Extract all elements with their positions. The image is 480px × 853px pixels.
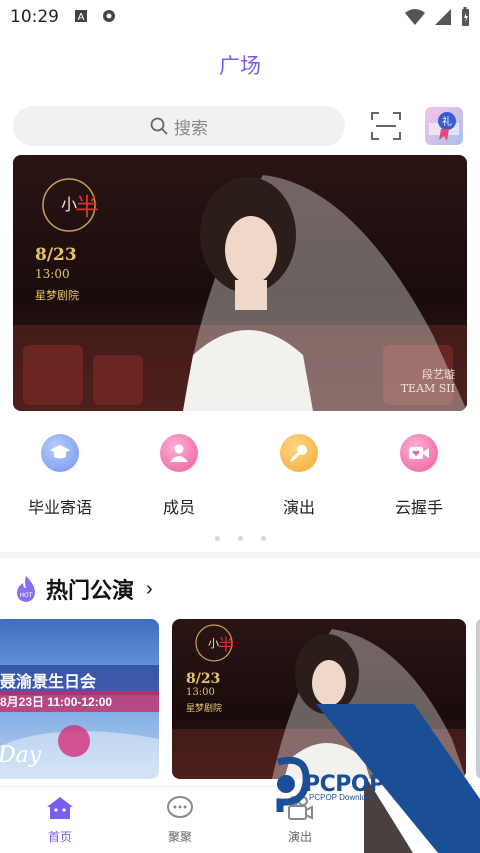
page-dot (260, 536, 266, 541)
member-icon (160, 434, 198, 472)
hot-badge-text: HOT (20, 592, 33, 599)
hot-section-header[interactable]: HOT 热门公演 › (14, 573, 153, 605)
menu-label-members: 成员 (162, 498, 195, 517)
show-card-info: 8/23 13:00 星梦剧院 (186, 671, 222, 714)
svg-text:半: 半 (75, 193, 99, 221)
show-card[interactable]: 聂渝景生日会 8月23日 11:00-12:00 Day (0, 619, 159, 779)
nav-item-gather[interactable]: 聚聚 (120, 795, 240, 845)
nav-label-home: 首页 (47, 830, 72, 844)
microphone-icon (280, 434, 318, 472)
menu-label-handshake: 云握手 (394, 498, 443, 517)
banner-time: 13:00 (35, 267, 70, 281)
svg-text:半: 半 (218, 635, 234, 654)
svg-text:A: A (78, 12, 85, 23)
banner-carousel[interactable]: 小 半 8/23 13:00 星梦剧院 段艺璇 TEAM SII (13, 155, 467, 411)
status-time: 10:29 (10, 7, 59, 27)
section-divider (0, 552, 480, 558)
hot-section-title: 热门公演 (46, 579, 135, 604)
quick-menu: 毕业寄语 成员 演出 云握手 (0, 428, 480, 528)
menu-page-indicator (0, 536, 480, 541)
graduation-cap-icon (41, 434, 79, 472)
show-card-time: 13:00 (186, 687, 215, 698)
menu-item-shows[interactable]: 演出 (239, 428, 359, 518)
video-heart-icon (400, 434, 438, 472)
status-bar: 10:29 A (0, 0, 480, 34)
watermark-subtext: PCPOP Download (309, 793, 375, 802)
banner-date: 8/23 (35, 245, 77, 265)
menu-item-handshake[interactable]: 云握手 (359, 428, 479, 518)
banner-venue: 星梦剧院 (35, 289, 79, 302)
show-card-venue: 星梦剧院 (186, 704, 223, 714)
home-icon (47, 797, 73, 819)
battery-icon (462, 7, 469, 26)
search-icon (150, 117, 168, 135)
menu-label-shows: 演出 (282, 498, 315, 517)
page-title: 广场 (219, 54, 261, 78)
nav-item-home[interactable]: 首页 (0, 795, 120, 845)
search-input[interactable]: 搜索 (13, 106, 345, 146)
gift-badge-icon: 礼 (429, 112, 459, 141)
gift-icon[interactable]: 礼 (425, 107, 463, 145)
menu-item-graduation[interactable]: 毕业寄语 (0, 428, 120, 518)
banner-info: 8/23 13:00 星梦剧院 (35, 245, 79, 303)
menu-item-members[interactable]: 成员 (119, 428, 239, 518)
nav-label-gather: 聚聚 (167, 830, 192, 844)
page-dot (237, 536, 243, 541)
wifi-icon (405, 9, 425, 25)
banner-brand-name: 段艺璇 (422, 368, 455, 381)
chevron-right-icon[interactable]: › (146, 578, 153, 601)
hot-flame-icon: HOT (17, 576, 35, 602)
search-placeholder: 搜索 (174, 118, 208, 139)
banner-brand-team: TEAM SII (400, 382, 455, 395)
menu-label-graduation: 毕业寄语 (27, 498, 92, 517)
chat-bubble-icon (167, 796, 193, 818)
notification-circle-icon (103, 10, 115, 22)
page-dot (214, 536, 220, 541)
notification-a-icon: A (75, 10, 87, 23)
show-card-date: 8/23 (186, 671, 221, 687)
signal-icon (435, 9, 451, 25)
show-card-script: Day (0, 743, 42, 768)
svg-text:礼: 礼 (442, 115, 452, 128)
scan-icon[interactable] (370, 110, 402, 142)
show-logo: 小 半 (42, 178, 99, 232)
show-card-time: 8月23日 11:00-12:00 (0, 691, 159, 712)
banner-brand: 段艺璇 TEAM SII (401, 366, 455, 395)
